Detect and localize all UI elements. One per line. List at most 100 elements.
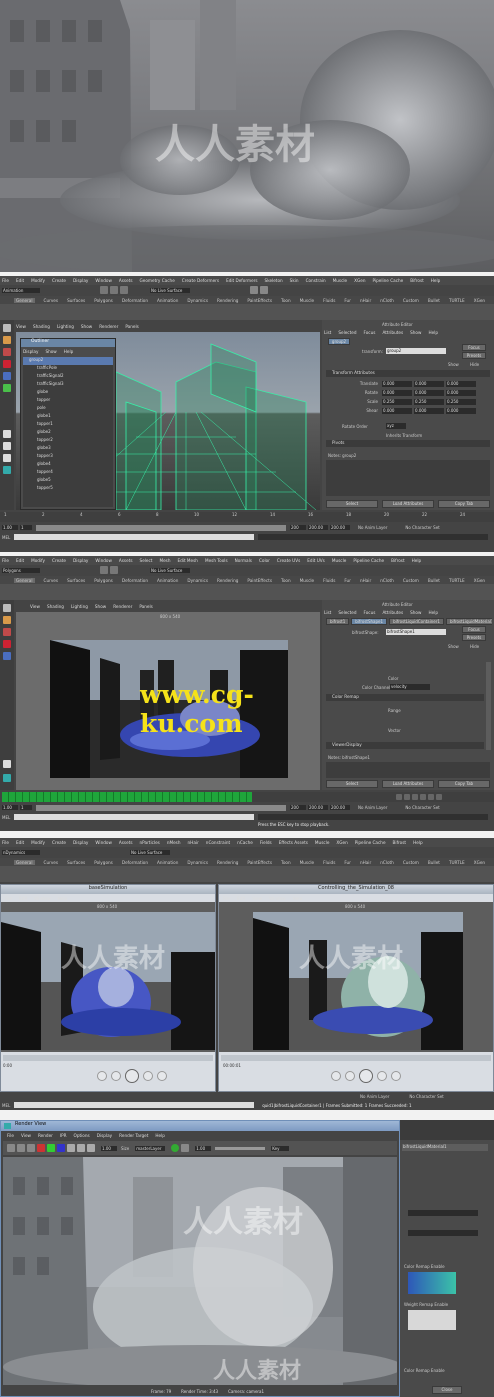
ae-tab[interactable]: bifrostLiquidMaterial1 — [445, 618, 492, 625]
rewind-icon[interactable] — [111, 1071, 121, 1081]
shelf-tab-curves[interactable]: Curves — [44, 578, 59, 583]
outliner-item[interactable]: globe5 — [23, 477, 113, 485]
load-attributes-button[interactable]: Load Attributes — [382, 780, 434, 788]
layout-icon[interactable] — [3, 430, 11, 438]
player-titlebar[interactable]: baseSimulation — [1, 885, 215, 894]
character-set-dropdown[interactable]: No Character Set — [405, 805, 439, 810]
player-menu-help[interactable]: Help — [293, 896, 303, 901]
shelf-tab-nhair[interactable]: nHair — [360, 298, 371, 303]
next-icon[interactable] — [391, 1071, 401, 1081]
outliner-item[interactable]: pole — [23, 405, 113, 413]
outliner-icon[interactable] — [3, 774, 11, 782]
shape-name-field[interactable]: bifrostShape1 — [386, 629, 446, 635]
character-set-dropdown[interactable]: No Character Set — [405, 525, 439, 530]
menu-nparticles[interactable]: nParticles — [140, 840, 160, 845]
shelf-tab-toon[interactable]: Toon — [281, 298, 291, 303]
forward-icon[interactable] — [143, 1071, 153, 1081]
transform-value-field[interactable]: 0.250 — [446, 398, 476, 405]
command-input[interactable] — [14, 534, 255, 540]
ae-menu-focus[interactable]: Focus — [363, 610, 375, 615]
player-menu-window[interactable]: Window — [269, 896, 286, 901]
shelf-tab-xgen[interactable]: XGen — [474, 860, 485, 865]
menu-display[interactable]: Display — [73, 558, 88, 563]
presets-button[interactable]: Presets — [462, 352, 486, 359]
viewport-menu-shading[interactable]: Shading — [33, 324, 50, 329]
outliner-item[interactable]: globe — [23, 389, 113, 397]
shelf-tab-dynamics[interactable]: Dynamics — [187, 578, 208, 583]
range-end-field[interactable]: 200.00 — [330, 805, 350, 810]
ae-scrollbar[interactable] — [486, 662, 491, 750]
menu-edit-mesh[interactable]: Edit Mesh — [177, 558, 197, 563]
move-tool-icon[interactable] — [3, 360, 11, 368]
size-field[interactable]: 1.00 — [195, 1145, 212, 1151]
shelf-tab-general[interactable]: General — [14, 859, 35, 865]
anim-layer-dropdown[interactable]: No Anim Layer — [358, 805, 387, 810]
menu-help[interactable]: Help — [412, 558, 422, 563]
player-video[interactable]: 800 x 540 人人素材 — [219, 902, 493, 1052]
select-tool-icon[interactable] — [3, 604, 11, 612]
snap-icon[interactable] — [110, 566, 118, 574]
color-remap-section-header[interactable]: Color Remap — [326, 694, 484, 701]
play-icon[interactable] — [420, 794, 426, 800]
menu-edit-uvs[interactable]: Edit UVs — [307, 558, 325, 563]
ae-menu-attributes[interactable]: Attributes — [382, 330, 403, 335]
go-end-icon[interactable] — [436, 794, 442, 800]
menu-help[interactable]: Help — [413, 840, 423, 845]
shelf-tab-rendering[interactable]: Rendering — [217, 860, 238, 865]
viewport-menu-view[interactable]: View — [30, 604, 40, 609]
player-menu-view[interactable]: View — [252, 896, 262, 901]
weight-remap-ramp[interactable] — [408, 1310, 456, 1330]
slider-field[interactable] — [408, 1230, 478, 1236]
transform-value-field[interactable]: 0.000 — [382, 380, 412, 387]
player-menu-window[interactable]: Window — [34, 896, 51, 901]
copy-tab-button[interactable]: Copy Tab — [438, 780, 490, 788]
ae-menu-list[interactable]: List — [324, 610, 331, 615]
load-attributes-button[interactable]: Load Attributes — [382, 500, 434, 508]
weight-remap-enable[interactable]: Weight Remap Enable — [404, 1302, 448, 1307]
viewport-menu-panels[interactable]: Panels — [139, 604, 152, 609]
outliner-item[interactable]: topper4 — [23, 469, 113, 477]
viewport-menu-lighting[interactable]: Lighting — [57, 324, 74, 329]
shelf-tab-toon[interactable]: Toon — [281, 578, 291, 583]
ae-menu-help[interactable]: Help — [428, 610, 438, 615]
shelf-tab-deformation[interactable]: Deformation — [122, 578, 148, 583]
player-titlebar[interactable]: Controlling_the_Simulation_08 — [219, 885, 493, 894]
previous-icon[interactable] — [331, 1071, 341, 1081]
snap-icon[interactable] — [100, 566, 108, 574]
transform-value-field[interactable]: 0.000 — [446, 380, 476, 387]
mode-dropdown[interactable]: nDynamics — [2, 849, 40, 855]
refresh-icon[interactable] — [27, 1144, 35, 1152]
outliner-item[interactable]: trafficSignal2 — [23, 373, 113, 381]
menu-nhair[interactable]: nHair — [188, 840, 199, 845]
menu-file[interactable]: File — [2, 278, 9, 283]
anim-layer-dropdown[interactable]: No Anim Layer — [360, 1094, 389, 1099]
shelf-tab-xgen[interactable]: XGen — [474, 298, 485, 303]
end-time-field[interactable]: 200.00 — [308, 805, 328, 810]
menu-create[interactable]: Create — [52, 840, 66, 845]
color-remap-enable-2[interactable]: Color Remap Enable — [404, 1368, 445, 1373]
menu-skin[interactable]: Skin — [290, 278, 299, 283]
shelf-tab-nhair[interactable]: nHair — [360, 860, 371, 865]
live-surface-field[interactable]: No Live Surface — [130, 849, 170, 855]
menu-nconstraint[interactable]: nConstraint — [206, 840, 230, 845]
transform-value-field[interactable]: 0.000 — [414, 389, 444, 396]
viewport-menu-show[interactable]: Show — [81, 324, 92, 329]
outliner-item[interactable]: globe1 — [23, 413, 113, 421]
shelf-tab-fluids[interactable]: Fluids — [323, 298, 335, 303]
live-surface-field[interactable]: No Live Surface — [150, 567, 190, 573]
outliner-item[interactable]: globe2 — [23, 429, 113, 437]
color-checkbox[interactable]: Color — [388, 676, 398, 681]
menu-skeleton[interactable]: Skeleton — [265, 278, 283, 283]
menu-edit[interactable]: Edit — [16, 840, 24, 845]
shelf-tab-muscle[interactable]: Muscle — [300, 298, 315, 303]
shelf-tab-ncloth[interactable]: nCloth — [380, 860, 394, 865]
command-input[interactable] — [14, 1102, 255, 1108]
shelf-tab-turtle[interactable]: TURTLE — [449, 860, 465, 865]
outliner-titlebar[interactable]: Outliner — [21, 339, 115, 347]
shelf-tab-polygons[interactable]: Polygons — [94, 298, 113, 303]
ae-tab[interactable]: bifrostShape1 — [351, 618, 388, 625]
menu-muscle[interactable]: Muscle — [333, 278, 348, 283]
anim-layer-dropdown[interactable]: No Anim Layer — [358, 525, 387, 530]
snap-icon[interactable] — [100, 286, 108, 294]
menu-window[interactable]: Window — [95, 278, 112, 283]
